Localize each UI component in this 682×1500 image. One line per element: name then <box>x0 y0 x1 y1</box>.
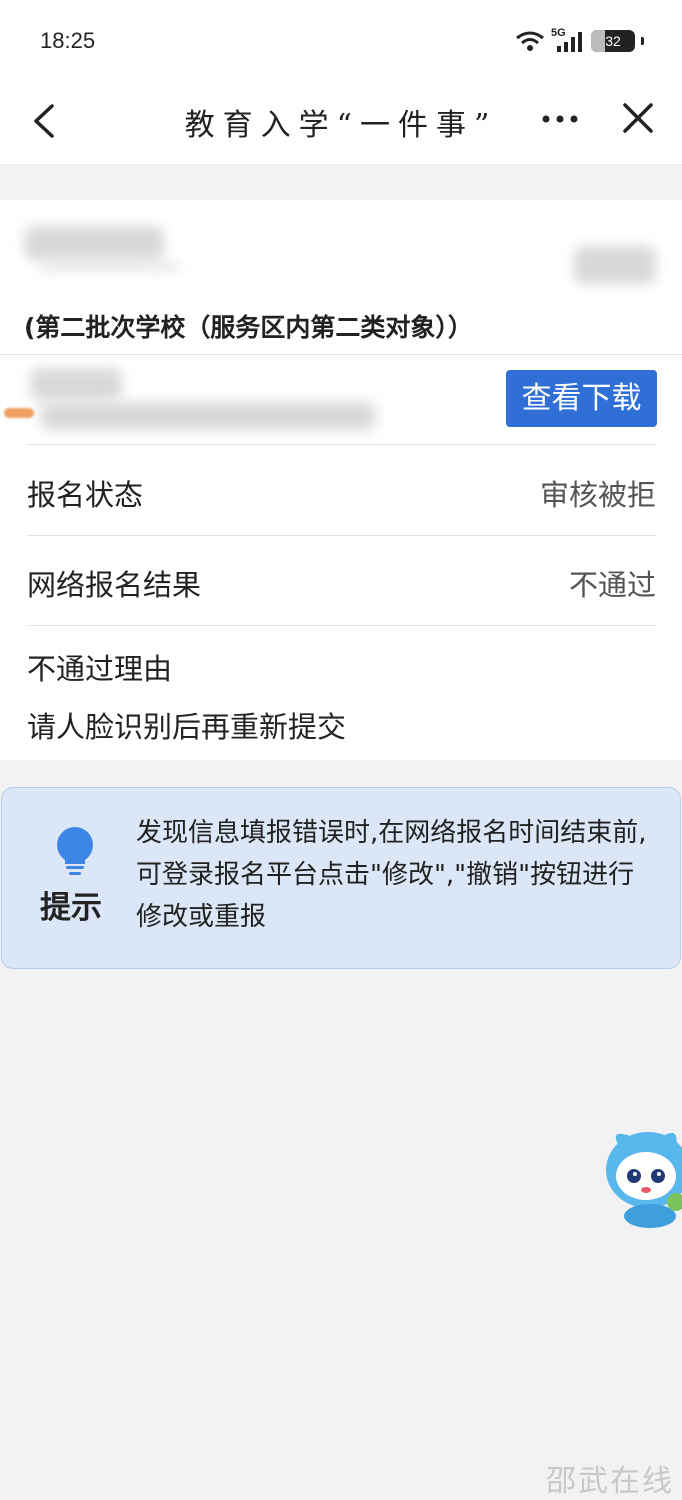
divider <box>27 535 656 536</box>
tip-label: 提示 <box>40 890 102 926</box>
status-label: 报名状态 <box>27 478 144 512</box>
mascot-assistant-icon[interactable] <box>600 1118 682 1230</box>
signal-icon: 5G <box>551 27 585 53</box>
divider <box>27 444 656 445</box>
redacted-applicant-name <box>30 368 122 400</box>
status-icons: 5G 32 <box>515 26 644 56</box>
watermark: 邵武在线 <box>546 1464 674 1499</box>
redacted-id-number <box>40 402 376 430</box>
tip-text: 发现信息填报错误时,在网络报名时间结束前,可登录报名平台点击"修改","撤销"按… <box>136 818 647 932</box>
battery-level: 32 <box>605 33 621 49</box>
view-download-button[interactable]: 查看下载 <box>506 370 657 427</box>
close-icon[interactable] <box>620 100 656 136</box>
lightbulb-icon <box>57 827 93 875</box>
more-icon[interactable] <box>538 104 582 134</box>
redacted-student-name <box>24 226 164 260</box>
divider <box>27 625 656 626</box>
redacted-info <box>40 262 180 272</box>
divider <box>0 354 682 355</box>
batch-category: (第二批次学校（服务区内第二类对象）） <box>24 313 473 342</box>
orange-marker <box>4 408 34 418</box>
back-icon[interactable] <box>26 98 62 144</box>
wifi-icon <box>516 31 544 51</box>
status-time: 18:25 <box>40 28 96 53</box>
battery-icon: 32 <box>591 30 635 52</box>
reason-label: 不通过理由 <box>27 652 173 686</box>
result-value: 不通过 <box>568 568 656 602</box>
page-title: 教育入学“一件事” <box>184 108 498 143</box>
nav-bar: 教育入学“一件事” <box>0 80 682 165</box>
status-value: 审核被拒 <box>539 478 656 512</box>
status-bar: 18:25 5G 32 <box>0 0 682 80</box>
reason-text: 请人脸识别后再重新提交 <box>27 710 347 744</box>
redacted-school-name <box>574 246 656 284</box>
result-label: 网络报名结果 <box>27 568 202 602</box>
